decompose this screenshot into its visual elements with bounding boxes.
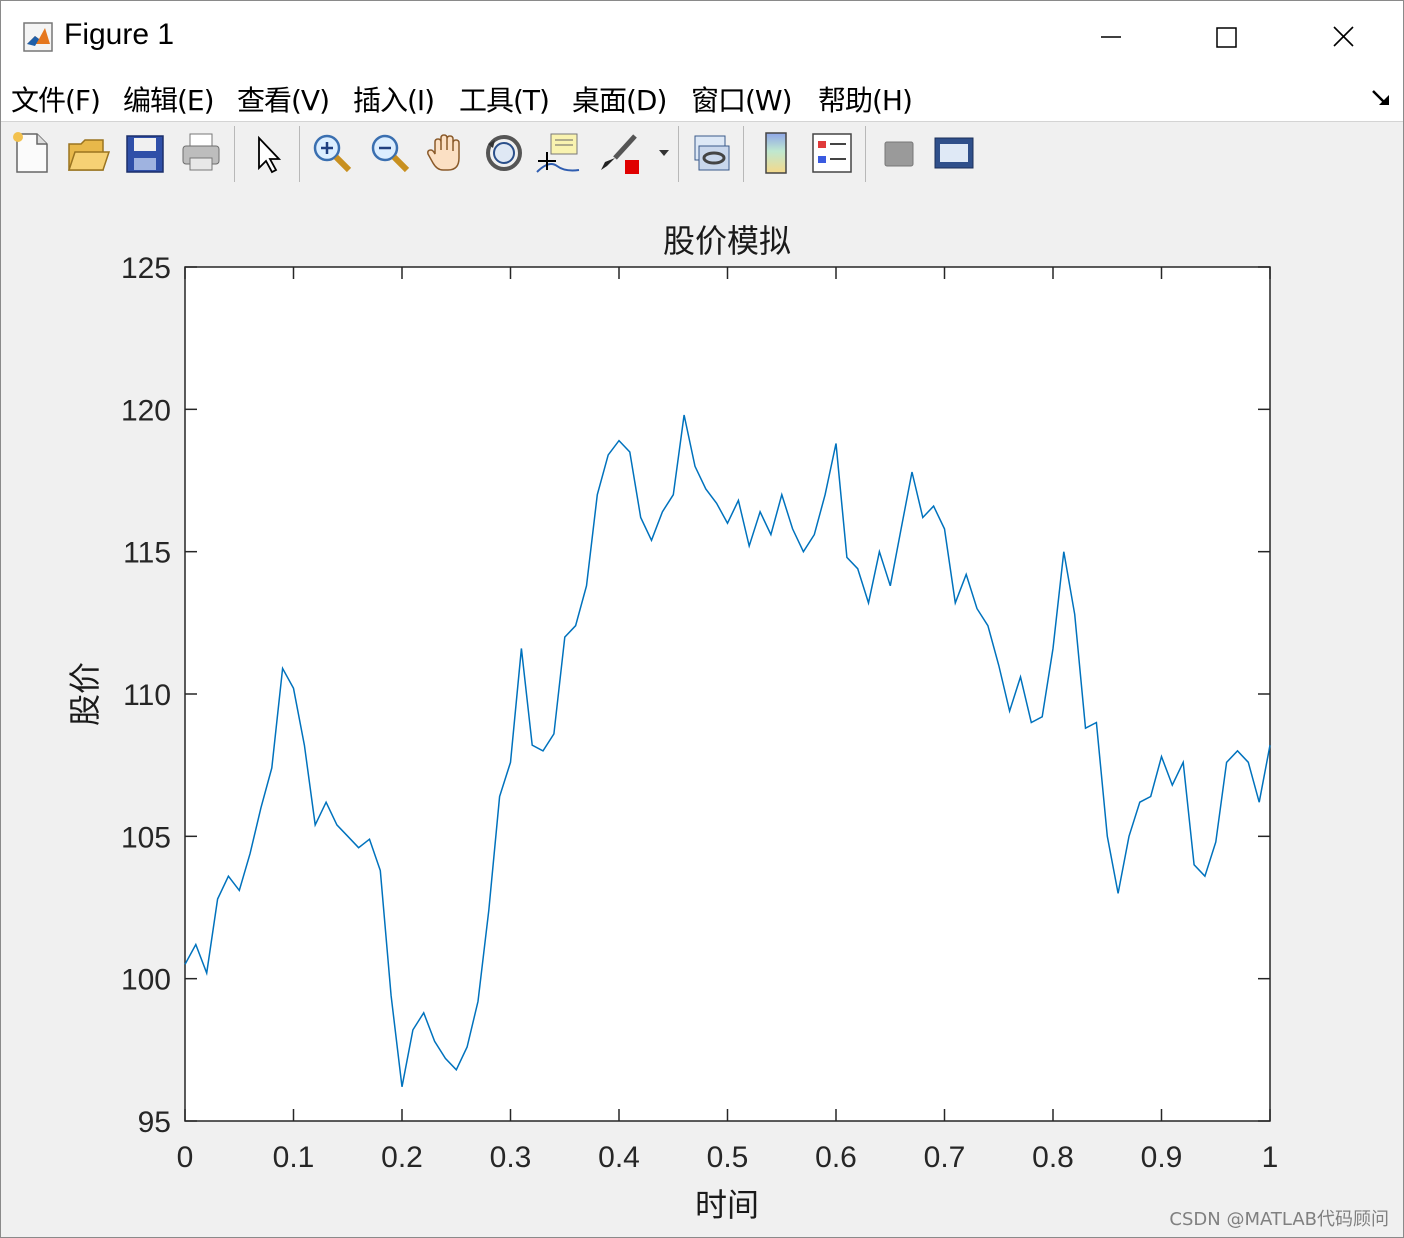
print-icon: [182, 133, 220, 171]
chart-title: 股价模拟: [663, 222, 791, 260]
link-plot-icon: [694, 135, 730, 171]
y-tick-label: 125: [121, 252, 171, 285]
edit-plot-button[interactable]: [247, 130, 293, 176]
new-figure-icon: [13, 132, 48, 173]
brush-icon: [601, 134, 639, 174]
rotate-3d-icon: [486, 135, 522, 171]
zoom-in-button[interactable]: [309, 130, 355, 176]
legend-button[interactable]: [809, 130, 855, 176]
new-figure-button[interactable]: [9, 130, 55, 176]
zoom-in-icon: [313, 134, 352, 173]
rotate-3d-button[interactable]: [481, 130, 527, 176]
axes-box: [184, 266, 1271, 1122]
x-tick-label: 0.3: [490, 1141, 532, 1174]
brush-button[interactable]: [597, 130, 643, 176]
colorbar-button[interactable]: [753, 130, 799, 176]
x-tick-label: 0.7: [924, 1141, 966, 1174]
y-tick-label: 100: [121, 964, 171, 997]
figure-toolbar: [1, 121, 1403, 187]
pointer-icon: [258, 135, 282, 174]
open-file-icon: [67, 139, 111, 171]
y-axis-label: 股价: [66, 662, 104, 726]
toolbar-separator: [865, 126, 866, 182]
x-tick-label: 1: [1262, 1141, 1279, 1174]
watermark: CSDN @MATLAB代码顾问: [1169, 1209, 1389, 1230]
toolbar-separator: [678, 126, 679, 182]
y-tick-label: 105: [121, 821, 171, 854]
show-plot-tools-button[interactable]: [931, 130, 977, 176]
hide-plot-tools-button[interactable]: [875, 130, 921, 176]
y-tick-label: 115: [123, 537, 171, 570]
menu-desktop[interactable]: 桌面(D): [572, 79, 667, 119]
x-tick-label: 0.4: [598, 1141, 640, 1174]
x-tick-label: 0.6: [815, 1141, 857, 1174]
menu-insert[interactable]: 插入(I): [353, 79, 435, 119]
menu-edit[interactable]: 编辑(E): [123, 79, 215, 119]
x-tick-label: 0: [177, 1141, 194, 1174]
chevron-down-icon: [659, 150, 669, 156]
dock-arrow-icon[interactable]: [1369, 85, 1393, 109]
close-button[interactable]: [1285, 1, 1401, 73]
figure-canvas: 0 0.1 0.2 0.3 0.4 0.5 0.6 0.7 0.8 0.9 1 95 100 105 110…: [1, 186, 1403, 1237]
menu-help[interactable]: 帮助(H): [818, 79, 913, 119]
title-bar[interactable]: Figure 1: [1, 1, 1403, 73]
zoom-out-button[interactable]: [367, 130, 413, 176]
x-axis-label: 时间: [695, 1186, 759, 1224]
hide-plot-tools-icon: [884, 141, 914, 167]
x-tick-label: 0.8: [1032, 1141, 1074, 1174]
save-icon: [126, 135, 164, 173]
print-button[interactable]: [179, 130, 225, 176]
menu-window[interactable]: 窗口(W): [691, 79, 793, 119]
window-title: Figure 1: [64, 18, 175, 51]
save-button[interactable]: [123, 130, 169, 176]
zoom-out-icon: [371, 134, 410, 173]
toolbar-separator: [234, 126, 235, 182]
minimize-icon: [1101, 36, 1121, 38]
x-tick-label: 0.2: [381, 1141, 423, 1174]
pan-hand-icon: [427, 134, 460, 171]
colorbar-icon: [765, 132, 787, 174]
link-plot-button[interactable]: [689, 130, 735, 176]
x-tick-label: 0.1: [273, 1141, 315, 1174]
pan-button[interactable]: [423, 130, 469, 176]
maximize-icon: [1216, 27, 1237, 48]
menu-tools[interactable]: 工具(T): [459, 79, 550, 119]
data-cursor-button[interactable]: [535, 130, 581, 176]
brush-dropdown-button[interactable]: [653, 130, 677, 176]
figure-window: Figure 1 文件(F) 编辑(E) 查看(V) 插入(I) 工具(T) 桌…: [0, 0, 1404, 1238]
show-plot-tools-icon: [934, 137, 974, 169]
axes-plot[interactable]: 0 0.1 0.2 0.3 0.4 0.5 0.6 0.7 0.8 0.9 1 95 100 105 110…: [1, 186, 1403, 1237]
close-icon: [1333, 26, 1354, 47]
legend-icon: [812, 133, 852, 173]
x-tick-label: 0.9: [1141, 1141, 1183, 1174]
x-tick-label: 0.5: [707, 1141, 749, 1174]
data-cursor-icon: [536, 133, 580, 173]
open-file-button[interactable]: [65, 130, 111, 176]
y-tick-label: 95: [138, 1106, 171, 1139]
menu-bar: 文件(F) 编辑(E) 查看(V) 插入(I) 工具(T) 桌面(D) 窗口(W…: [1, 73, 1403, 121]
y-tick-label: 110: [123, 679, 171, 712]
y-tick-label: 120: [121, 394, 171, 427]
toolbar-separator: [743, 126, 744, 182]
maximize-button[interactable]: [1169, 1, 1285, 73]
minimize-button[interactable]: [1053, 1, 1169, 73]
matlab-logo-icon: [23, 22, 53, 52]
toolbar-separator: [299, 126, 300, 182]
menu-view[interactable]: 查看(V): [237, 79, 330, 119]
menu-file[interactable]: 文件(F): [11, 79, 101, 119]
